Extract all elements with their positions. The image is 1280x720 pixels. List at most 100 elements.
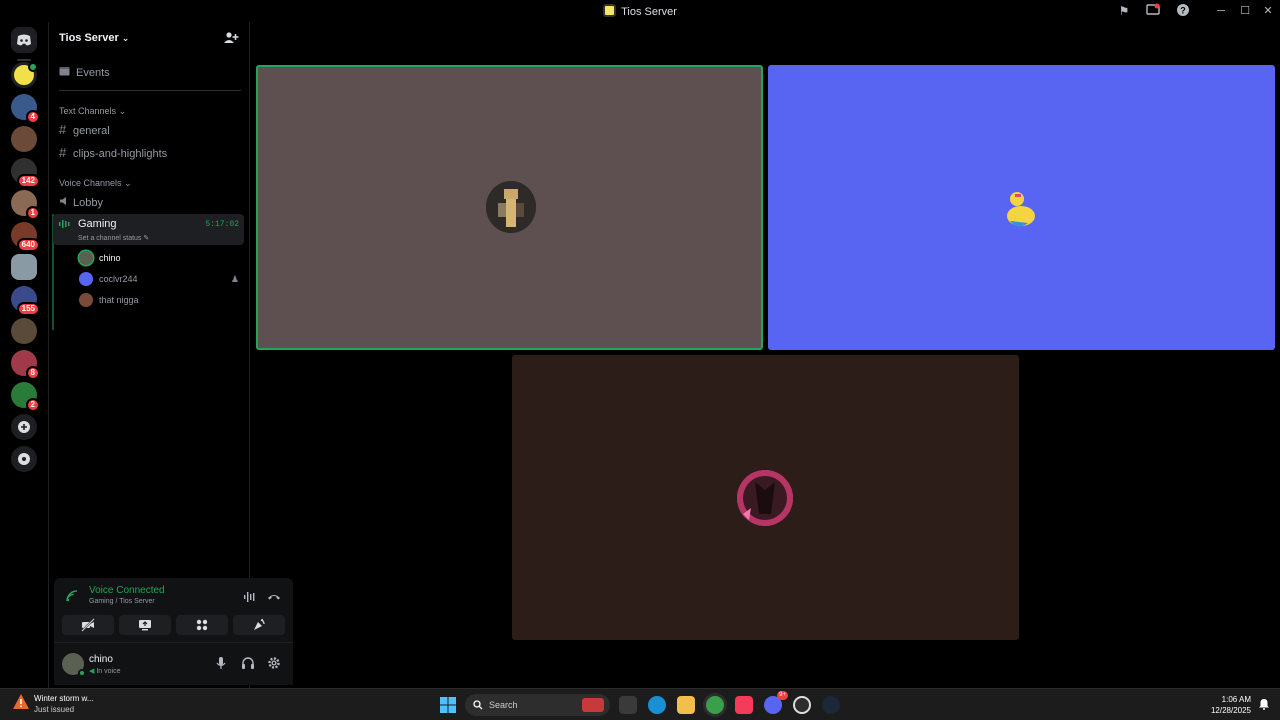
member-name: coclvr244 [99,274,138,284]
camera-off-button[interactable] [62,615,114,635]
camera-off-icon [81,618,95,632]
events-label: Events [76,67,110,79]
channel-general[interactable]: # general [59,120,245,140]
weather-widget[interactable]: Winter storm w... Just issued [12,693,94,716]
voice-connection-panel: Voice Connected Gaming / Tios Server [54,578,293,642]
discord-logo-icon [17,34,31,46]
avatar [996,183,1046,235]
clock-time: 1:06 AM [1221,695,1251,704]
avatar [79,293,93,307]
soundboard-icon [254,618,265,630]
channel-sidebar: Tios Server ⌄ Events Text Channels ⌄ # ge… [48,22,293,688]
edge-browser-icon[interactable] [648,696,666,714]
disconnect-icon[interactable] [267,590,281,604]
rail-separator [17,59,31,61]
file-explorer-icon[interactable] [677,696,695,714]
windows-start-icon[interactable] [440,697,456,713]
discord-home-button[interactable] [11,27,37,53]
voice-member[interactable]: coclvr244 ♟ [79,269,245,289]
system-clock[interactable]: 1:06 AM 12/28/2025 [1211,694,1251,716]
server-icon-7[interactable] [11,254,37,280]
voice-member[interactable]: chino [79,248,245,268]
speaker-icon [59,192,73,212]
avatar [79,272,93,286]
server-icon-4[interactable]: 142 [11,158,40,188]
server-name[interactable]: Tios Server ⌄ [59,32,129,44]
user-status: ◀︎ In voice [89,668,121,675]
unread-badge: 2 [25,398,40,412]
server-icon-8[interactable]: 155 [11,286,40,316]
divider [59,90,241,91]
voice-activity-icon [59,220,70,228]
voice-channels-category[interactable]: Voice Channels ⌄ [59,178,132,189]
voice-channel-lobby[interactable]: Lobby [59,192,245,212]
task-view-icon[interactable] [619,696,637,714]
window-title: Tios Server [0,4,1280,18]
server-icon-tios[interactable] [11,62,38,88]
add-server-button[interactable] [11,414,37,440]
server-icon-6[interactable]: 640 [11,222,40,252]
voice-channel-path[interactable]: Gaming / Tios Server [89,598,155,605]
add-member-icon[interactable] [223,30,239,46]
screen-share-icon[interactable] [1145,3,1161,19]
video-tile-chino[interactable] [256,65,763,350]
apple-music-icon[interactable] [735,696,753,714]
unread-badge: 9+ [777,691,788,700]
server-header[interactable]: Tios Server ⌄ [49,22,251,54]
help-icon[interactable]: ? [1175,3,1191,19]
weather-alert-icon [13,694,29,709]
taskbar: Winter storm w... Just issued Search 9+ … [0,688,1280,720]
microphone-icon[interactable] [214,656,228,670]
discord-taskbar-icon[interactable]: 9+ [764,691,788,714]
share-screen-button[interactable] [119,615,171,635]
minimize-button[interactable]: ─ [1212,2,1230,20]
avatar [79,251,93,265]
server-icon-3[interactable] [11,126,37,152]
chevron-down-icon: ⌄ [121,33,130,43]
steam-icon[interactable] [822,696,840,714]
maximize-button[interactable]: ☐ [1236,2,1254,20]
speaker-icon: ◀︎ [89,668,95,675]
avatar[interactable] [62,653,86,677]
server-icon-5[interactable]: 1 [11,190,40,220]
weather-subtitle: Just issued [34,705,75,714]
notification-bell-icon[interactable] [1258,698,1270,710]
member-name: chino [99,253,121,263]
server-icon-2[interactable]: 4 [11,94,40,124]
unread-badge: 142 [16,174,40,188]
clock-date: 12/28/2025 [1210,706,1251,715]
voice-member[interactable]: that nigga [79,290,245,310]
noise-suppression-icon[interactable] [243,590,257,604]
inbox-flag-icon[interactable]: ⚑ [1116,3,1132,19]
discover-button[interactable] [11,446,37,472]
close-button[interactable]: ✕ [1259,2,1277,20]
channel-label: Lobby [73,197,103,209]
channel-label: general [73,125,110,137]
username[interactable]: chino [89,654,113,665]
events-item[interactable]: Events [59,66,110,79]
app-icon[interactable] [793,696,811,714]
search-placeholder: Search [489,700,518,710]
video-tile-that-nigga[interactable] [512,355,1019,640]
settings-gear-icon[interactable] [267,656,281,670]
channel-clips-and-highlights[interactable]: # clips-and-highlights [59,143,245,163]
server-icon-11[interactable]: 2 [11,382,40,412]
taskbar-search[interactable]: Search [465,694,610,716]
server-icon-10[interactable]: 8 [11,350,40,380]
headphones-icon[interactable] [241,656,255,670]
server-rail: 4 142 1 640 155 8 2 [0,22,48,688]
chrome-browser-icon[interactable] [706,696,724,714]
hashtag-icon: # [59,122,67,137]
voice-channel-gaming[interactable]: Gaming 5:17:02 Set a channel status ✎ [53,214,244,245]
activities-button[interactable] [176,615,228,635]
online-status-icon [78,669,86,677]
channel-status[interactable]: Set a channel status ✎ [78,234,149,242]
video-tile-coclvr244[interactable] [768,65,1275,350]
voice-status[interactable]: Voice Connected [89,585,165,596]
calendar-icon [59,67,70,76]
text-channels-category[interactable]: Text Channels ⌄ [59,106,126,117]
unread-badge: 8 [25,366,40,380]
server-icon-9[interactable] [11,318,37,344]
unread-badge: 155 [16,302,40,316]
soundboard-button[interactable] [233,615,285,635]
